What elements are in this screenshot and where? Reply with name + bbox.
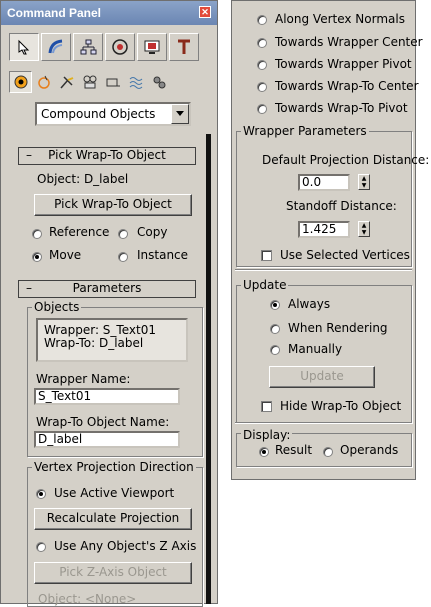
use-selected-vertices-label: Use Selected Vertices [280, 248, 410, 262]
recalculate-projection-button[interactable]: Recalculate Projection [34, 508, 192, 530]
manually-label: Manually [288, 342, 343, 356]
when-rendering-radio[interactable] [270, 324, 280, 334]
projection-option-label: Along Vertex Normals [275, 12, 405, 26]
standoff-distance-label: Standoff Distance: [286, 199, 397, 213]
update-button[interactable]: Update [269, 366, 375, 388]
copy-radio[interactable] [118, 229, 128, 239]
vertex-projection-title: Vertex Projection Direction [32, 460, 196, 474]
modify-icon[interactable] [41, 33, 71, 61]
close-icon[interactable]: ✕ [199, 6, 211, 18]
use-any-z-label: Use Any Object's Z Axis [54, 539, 197, 553]
parameters-rollout-header[interactable]: – Parameters [18, 280, 196, 298]
default-distance-spinner[interactable]: ▲ ▼ [358, 174, 370, 190]
result-label: Result [275, 443, 313, 457]
along-vertex-normals-radio[interactable] [257, 15, 267, 25]
wrapper-name-label: Wrapper Name: [36, 372, 131, 386]
separator [235, 422, 412, 424]
use-any-z-radio[interactable] [36, 542, 46, 552]
update-title: Update [241, 278, 289, 292]
panel-titlebar[interactable]: Command Panel ✕ [1, 1, 217, 25]
separator [235, 269, 412, 271]
panel-scrollbar[interactable] [206, 134, 211, 604]
wrapto-name-field[interactable]: D_label [34, 431, 180, 448]
towards-wrapto-center-radio[interactable] [257, 82, 267, 92]
always-radio[interactable] [270, 300, 280, 310]
collapse-icon: – [26, 281, 32, 295]
pick-wrapto-rollout-header[interactable]: – Pick Wrap-To Object [18, 147, 196, 165]
move-radio[interactable] [32, 252, 42, 262]
instance-label: Instance [137, 248, 189, 262]
lights-icon[interactable] [55, 71, 78, 93]
wrapto-name-label: Wrap-To Object Name: [36, 415, 170, 429]
standoff-distance-spinner[interactable]: ▲ ▼ [358, 221, 370, 237]
motion-icon[interactable] [105, 33, 135, 61]
hierarchy-icon[interactable] [73, 33, 103, 61]
use-selected-vertices-checkbox[interactable] [261, 250, 272, 261]
helpers-icon[interactable] [101, 71, 124, 93]
command-tabs [9, 33, 199, 61]
parameters-rollout-title: Parameters [72, 281, 142, 295]
use-active-viewport-radio[interactable] [36, 489, 46, 499]
wrapper-name-field[interactable]: S_Text01 [34, 388, 180, 405]
pick-z-axis-button[interactable]: Pick Z-Axis Object [34, 562, 192, 584]
move-label: Move [49, 248, 82, 262]
towards-wrapto-pivot-radio[interactable] [257, 104, 267, 114]
display-title: Display: [241, 428, 293, 442]
result-radio[interactable] [259, 447, 269, 457]
operands-radio[interactable] [323, 447, 333, 457]
when-rendering-label: When Rendering [288, 321, 388, 335]
use-active-viewport-label: Use Active Viewport [54, 486, 175, 500]
wrapper-options-panel: Along Vertex Normals Towards Wrapper Cen… [231, 0, 429, 480]
default-distance-field[interactable]: 0.0 [298, 174, 350, 191]
chevron-down-icon[interactable] [171, 104, 189, 124]
instance-radio[interactable] [118, 252, 128, 262]
objects-listbox[interactable]: Wrapper: S_Text01 Wrap-To: D_label [36, 318, 188, 362]
display-icon[interactable] [137, 33, 167, 61]
category-dropdown[interactable]: Compound Objects [35, 102, 191, 126]
hide-wrapto-checkbox[interactable] [261, 401, 272, 412]
systems-icon[interactable] [147, 71, 170, 93]
towards-wrapper-pivot-radio[interactable] [257, 60, 267, 70]
projection-option-label: Towards Wrapper Center [275, 35, 423, 49]
category-dropdown-value: Compound Objects [41, 107, 156, 121]
manually-radio[interactable] [270, 345, 280, 355]
always-label: Always [288, 297, 331, 311]
copy-label: Copy [137, 225, 168, 239]
category-icons [9, 71, 170, 93]
reference-label: Reference [49, 225, 110, 239]
reference-radio[interactable] [32, 229, 42, 239]
shapes-icon[interactable] [32, 71, 55, 93]
default-distance-label: Default Projection Distance: [262, 153, 430, 167]
towards-wrapper-center-radio[interactable] [257, 38, 267, 48]
projection-option-label: Towards Wrapper Pivot [275, 57, 412, 71]
pick-wrapto-button[interactable]: Pick Wrap-To Object [34, 194, 192, 216]
panel-title: Command Panel [7, 6, 102, 20]
object-label: Object: D_label [37, 172, 129, 186]
operands-label: Operands [340, 443, 399, 457]
command-panel: Command Panel ✕ Compound Objects – Pick … [0, 0, 218, 607]
list-item[interactable]: Wrap-To: D_label [44, 337, 180, 350]
objects-group-title: Objects [32, 300, 82, 314]
geometry-icon[interactable] [9, 71, 32, 93]
objects-group: Objects Wrapper: S_Text01 Wrap-To: D_lab… [27, 300, 203, 457]
standoff-distance-field[interactable]: 1.425 [298, 221, 350, 238]
spacewarps-icon[interactable] [124, 71, 147, 93]
utilities-icon[interactable] [169, 33, 199, 61]
pick-wrapto-rollout-title: Pick Wrap-To Object [48, 148, 166, 162]
projection-option-label: Towards Wrap-To Pivot [275, 101, 408, 115]
wrapper-parameters-title: Wrapper Parameters [241, 124, 369, 138]
projection-option-label: Towards Wrap-To Center [275, 79, 419, 93]
create-icon[interactable] [9, 33, 39, 61]
collapse-icon: – [26, 148, 32, 162]
cameras-icon[interactable] [78, 71, 101, 93]
hide-wrapto-label: Hide Wrap-To Object [280, 399, 402, 413]
